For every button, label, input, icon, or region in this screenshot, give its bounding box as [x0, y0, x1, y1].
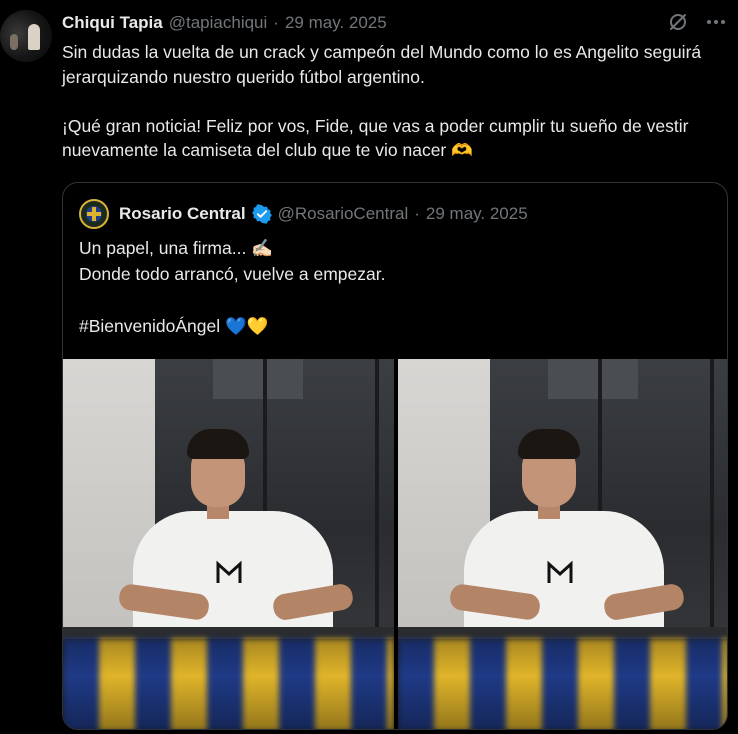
- tweet-date[interactable]: 29 may. 2025: [285, 13, 387, 33]
- photo-person: [117, 429, 355, 659]
- author-name[interactable]: Chiqui Tapia: [62, 13, 163, 33]
- quoted-tweet[interactable]: Rosario Central @RosarioCentral · 29 may…: [62, 182, 728, 730]
- media-photo-2[interactable]: [398, 359, 727, 729]
- tweet[interactable]: Chiqui Tapia @tapiachiqui · 29 may. 2025…: [0, 0, 738, 734]
- shirt-logo-icon: [547, 560, 573, 583]
- photo-ceiling-light: [548, 359, 638, 399]
- separator-dot: ·: [273, 13, 279, 32]
- verified-badge-icon: [251, 204, 272, 224]
- photo-window-frame: [710, 359, 714, 639]
- person-hair: [187, 429, 249, 459]
- tweet-header: Chiqui Tapia @tapiachiqui · 29 may. 2025: [62, 12, 387, 34]
- quoted-author-avatar[interactable]: [79, 199, 109, 229]
- quoted-tweet-text: Un papel, una firma... ✍🏻 Donde todo arr…: [79, 238, 386, 336]
- person-hair: [518, 429, 580, 459]
- tweet-actions-top: [666, 10, 728, 34]
- more-icon[interactable]: [704, 10, 728, 34]
- media-photo-1[interactable]: [63, 359, 394, 729]
- shirt-logo-icon: [216, 560, 242, 583]
- quoted-tweet-header: Rosario Central @RosarioCentral · 29 may…: [79, 199, 528, 229]
- quoted-separator-dot: ·: [414, 204, 420, 223]
- quoted-author-name[interactable]: Rosario Central: [119, 204, 246, 224]
- photo-person: [448, 429, 686, 659]
- avatar-figure: [28, 24, 40, 50]
- quoted-author-handle[interactable]: @RosarioCentral: [278, 204, 409, 224]
- author-avatar[interactable]: [0, 10, 52, 62]
- tweet-text: Sin dudas la vuelta de un crack y campeó…: [62, 42, 702, 160]
- quoted-tweet-date[interactable]: 29 may. 2025: [426, 204, 528, 224]
- quoted-tweet-media: [63, 359, 727, 729]
- photo-jersey-shade: [398, 639, 727, 729]
- photo-ceiling-light: [213, 359, 303, 399]
- avatar-figure-2: [10, 34, 18, 50]
- grok-icon[interactable]: [666, 10, 690, 34]
- photo-window-frame: [375, 359, 379, 639]
- author-handle[interactable]: @tapiachiqui: [169, 13, 268, 33]
- photo-jersey-shade: [63, 639, 394, 729]
